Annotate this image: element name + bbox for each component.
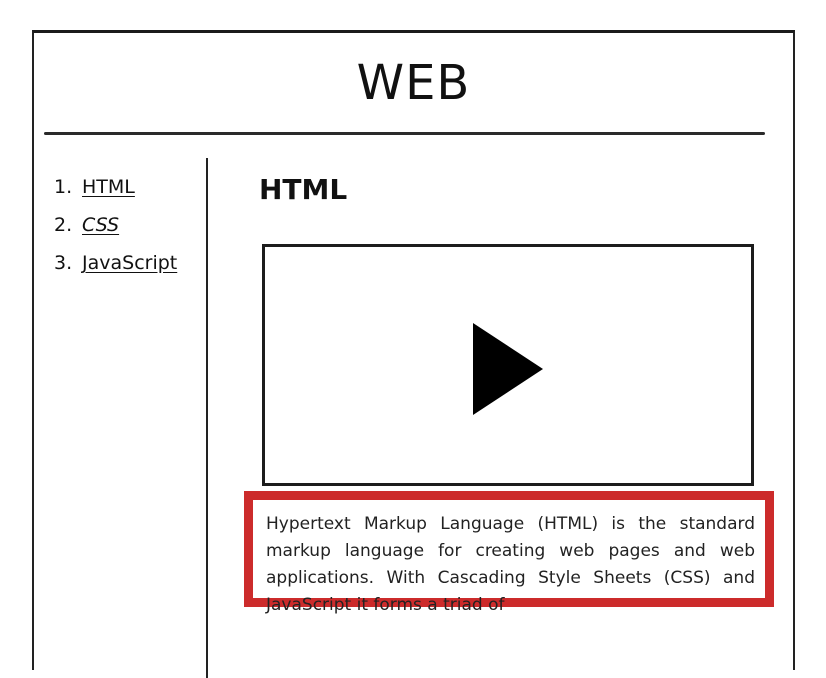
description-text: Hypertext Markup Language (HTML) is the … (266, 514, 755, 615)
nav-item-number: 3. (54, 252, 73, 274)
nav-item-html: 1. HTML (54, 168, 177, 206)
page-frame: WEB 1. HTML 2. CSS 3. JavaScript HTML Hy… (32, 30, 795, 678)
page: WEB 1. HTML 2. CSS 3. JavaScript HTML Hy… (0, 0, 826, 678)
page-title: WEB (356, 55, 471, 111)
nav-link-javascript[interactable]: JavaScript (82, 244, 177, 282)
nav-item-javascript: 3. JavaScript (54, 244, 177, 282)
content-heading: HTML (259, 173, 348, 206)
description-box: Hypertext Markup Language (HTML) is the … (244, 491, 774, 615)
sidebar-nav: 1. HTML 2. CSS 3. JavaScript (54, 168, 177, 282)
nav-item-css: 2. CSS (54, 206, 177, 244)
nav-item-number: 2. (54, 214, 73, 236)
video-player[interactable] (262, 244, 754, 486)
nav-link-html[interactable]: HTML (82, 168, 135, 206)
nav-link-css[interactable]: CSS (82, 206, 119, 244)
nav-item-number: 1. (54, 176, 73, 198)
header-divider (44, 132, 765, 135)
play-icon[interactable] (473, 323, 543, 415)
sidebar-divider (206, 158, 208, 678)
